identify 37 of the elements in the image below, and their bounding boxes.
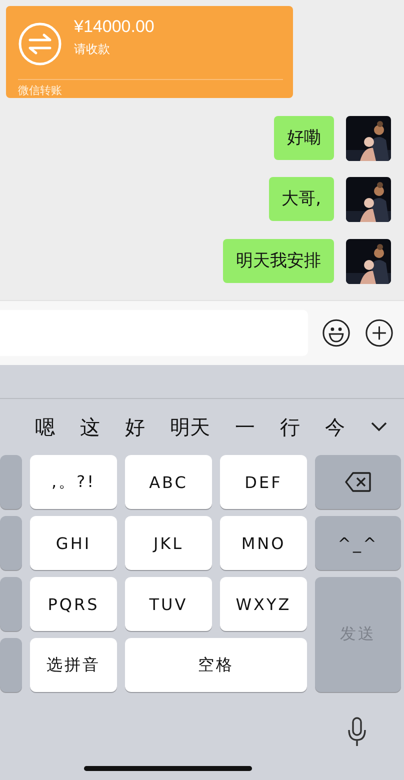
keyboard-key[interactable]: [0, 516, 22, 570]
keyboard-key[interactable]: [0, 577, 22, 631]
emoticon-key[interactable]: ^_^: [315, 516, 401, 570]
message-bubble: 明天我安排: [223, 238, 334, 283]
keyboard-key[interactable]: GHI: [30, 516, 117, 570]
candidate-word[interactable]: 明天: [170, 414, 210, 440]
microphone-icon[interactable]: [347, 717, 367, 747]
candidate-word[interactable]: 嗯: [35, 414, 55, 440]
keyboard-key[interactable]: DEF: [220, 455, 307, 509]
message-bubble: 大哥,: [268, 177, 334, 222]
candidate-word[interactable]: 这: [80, 414, 100, 440]
keyboard-key[interactable]: [0, 455, 22, 509]
chevron-icon[interactable]: [371, 422, 387, 432]
transfer-source: 微信转账: [18, 83, 63, 98]
transfer-icon: [18, 22, 62, 66]
keyboard-key[interactable]: WXYZ: [220, 577, 307, 631]
transfer-note: 请收款: [74, 41, 111, 58]
keyboard-key[interactable]: TUV: [125, 577, 212, 631]
keyboard-key[interactable]: PQRS: [30, 577, 117, 631]
emoji-icon[interactable]: [322, 318, 350, 348]
message-bubble: 好嘞: [274, 116, 334, 160]
keyboard-key[interactable]: MNO: [220, 516, 307, 570]
keyboard-key[interactable]: 选拼音: [30, 638, 117, 692]
keyboard-key[interactable]: ABC: [125, 455, 212, 509]
candidate-word[interactable]: 今: [325, 414, 345, 440]
backspace-icon: [345, 472, 371, 492]
add-icon[interactable]: [364, 318, 393, 348]
delete-key[interactable]: [315, 455, 401, 509]
space-key[interactable]: 空格: [125, 638, 307, 692]
candidate-word[interactable]: 好: [125, 414, 145, 440]
transfer-amount: ¥14000.00: [74, 17, 154, 37]
keyboard-key[interactable]: JKL: [125, 516, 212, 570]
candidate-word[interactable]: 行: [280, 414, 300, 440]
keyboard-key[interactable]: ,。?!: [30, 455, 117, 509]
keyboard-key[interactable]: [0, 638, 22, 692]
candidate-word[interactable]: 一: [235, 414, 255, 440]
home-indicator[interactable]: [84, 766, 252, 771]
